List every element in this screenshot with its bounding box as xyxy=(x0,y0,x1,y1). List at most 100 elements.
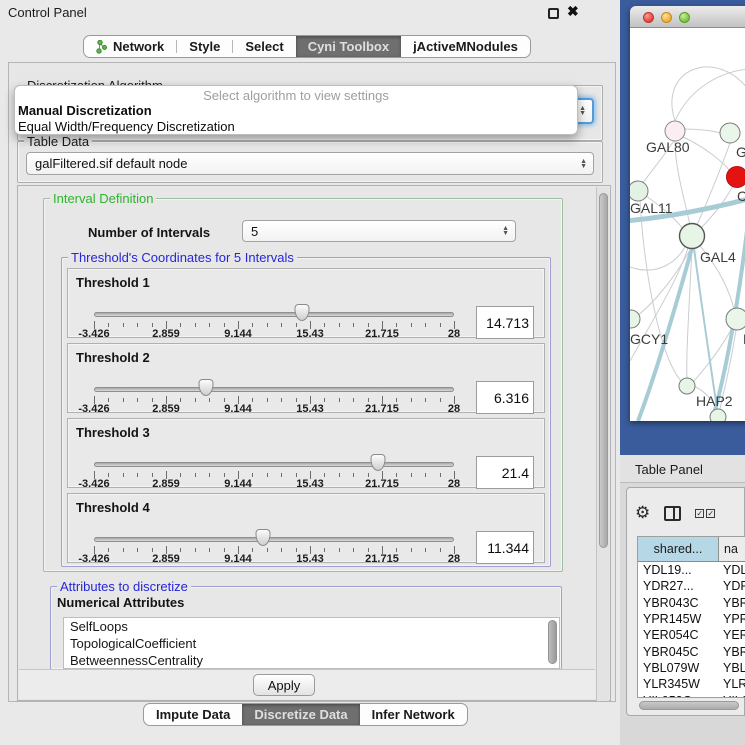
slider-track[interactable] xyxy=(94,462,454,467)
dropdown-option-manual[interactable]: Manual Discretization xyxy=(15,103,577,119)
slider-track[interactable] xyxy=(94,312,454,317)
tick-label: 28 xyxy=(448,328,460,340)
threshold-2-slider[interactable] xyxy=(94,385,454,395)
cell[interactable]: YDR27... xyxy=(638,579,719,593)
tab-select[interactable]: Select xyxy=(233,36,295,57)
table-row[interactable]: YBR043CYBR0 xyxy=(638,595,745,611)
slider-thumb[interactable] xyxy=(294,304,309,321)
cell[interactable]: YLR345W xyxy=(638,677,719,691)
numerical-attributes-list[interactable]: SelfLoops TopologicalCoefficient Between… xyxy=(63,617,560,669)
cell[interactable]: YDR2 xyxy=(719,579,745,593)
cell[interactable]: YBR043C xyxy=(638,596,719,610)
tab-cyni-toolbox[interactable]: Cyni Toolbox xyxy=(296,36,401,57)
table-row[interactable]: YER054CYER0 xyxy=(638,627,745,643)
checkbox-icon[interactable]: ✓ xyxy=(695,509,704,518)
gear-icon[interactable]: ⚙ xyxy=(635,504,650,522)
table-row[interactable]: YPR145WYPR1 xyxy=(638,611,745,627)
threshold-2-value-field[interactable]: 6.316 xyxy=(476,381,534,414)
cell[interactable]: YDL19... xyxy=(638,563,719,577)
threshold-4-slider[interactable] xyxy=(94,535,454,545)
apply-button[interactable]: Apply xyxy=(253,674,315,696)
checkbox-icons[interactable]: ✓ ✓ xyxy=(695,509,715,518)
settings-scrollbar[interactable] xyxy=(596,187,609,701)
table-row[interactable]: YDR27...YDR2 xyxy=(638,578,745,594)
cell[interactable]: YER054C xyxy=(638,628,719,642)
checkbox-icon[interactable]: ✓ xyxy=(706,509,715,518)
node-gcy1[interactable] xyxy=(630,310,640,328)
close-icon[interactable]: ✖ xyxy=(567,3,579,20)
tab-jactivemnodules[interactable]: jActiveMNodules xyxy=(401,36,530,57)
cell[interactable]: YIL0 xyxy=(719,694,745,698)
table-row[interactable]: YLR345WYLR3 xyxy=(638,676,745,692)
table-row[interactable]: YIL052CYIL0 xyxy=(638,692,745,698)
node-gal80[interactable] xyxy=(665,121,685,141)
threshold-3-value-field[interactable]: 21.4 xyxy=(476,456,534,489)
node-h[interactable] xyxy=(726,308,745,330)
tab-impute-data[interactable]: Impute Data xyxy=(144,704,242,725)
cell[interactable]: YBR0 xyxy=(719,645,745,659)
tick-mark xyxy=(180,323,181,327)
close-traffic-light-icon[interactable] xyxy=(643,12,654,23)
table-row[interactable]: YBL079WYBL0 xyxy=(638,660,745,676)
threshold-4-value-field[interactable]: 11.344 xyxy=(476,531,534,564)
cell[interactable]: YBL0 xyxy=(719,661,745,675)
tick-mark xyxy=(425,548,426,552)
tick-label: 21.715 xyxy=(365,328,399,340)
network-window-titlebar[interactable] xyxy=(630,6,745,28)
node-gal4[interactable] xyxy=(680,224,705,249)
node-red[interactable] xyxy=(727,167,745,188)
cell[interactable]: YDL1 xyxy=(719,563,745,577)
tab-style[interactable]: Style xyxy=(177,36,232,57)
tick-mark xyxy=(267,398,268,402)
slider-thumb[interactable] xyxy=(198,379,213,396)
column-header-shared-name[interactable]: shared... xyxy=(638,537,719,561)
node-hap2[interactable] xyxy=(679,378,695,394)
list-scrollbar[interactable] xyxy=(548,620,557,664)
cell[interactable]: YER0 xyxy=(719,628,745,642)
settings-panel: Interval Definition Number of Intervals … xyxy=(17,185,611,701)
table-row[interactable]: YDL19...YDL1 xyxy=(638,562,745,578)
float-window-icon[interactable] xyxy=(548,8,559,19)
num-intervals-combobox[interactable]: 5 ▲▼ xyxy=(242,220,516,242)
tab-discretize-data[interactable]: Discretize Data xyxy=(242,704,359,725)
tick-mark xyxy=(296,323,297,327)
tab-infer-network[interactable]: Infer Network xyxy=(360,704,467,725)
cell[interactable]: YPR145W xyxy=(638,612,719,626)
cell[interactable]: YBR045C xyxy=(638,645,719,659)
table-data-combobox[interactable]: galFiltered.sif default node ▲▼ xyxy=(26,152,594,175)
zoom-traffic-light-icon[interactable] xyxy=(679,12,690,23)
tab-network[interactable]: Network xyxy=(84,36,176,57)
threshold-3-slider[interactable] xyxy=(94,460,454,470)
network-canvas[interactable]: GAL80 G C GAL11 GAL4 GCY1 H HAP2 xyxy=(630,29,745,421)
minimize-traffic-light-icon[interactable] xyxy=(661,12,672,23)
slider-thumb[interactable] xyxy=(256,529,271,546)
tick-mark xyxy=(152,323,153,327)
tab-infer-network-label: Infer Network xyxy=(372,707,455,722)
list-item[interactable]: SelfLoops xyxy=(64,618,559,635)
scrollbar-thumb[interactable] xyxy=(639,701,739,710)
cell[interactable]: YLR3 xyxy=(719,677,745,691)
list-item[interactable]: TopologicalCoefficient xyxy=(64,635,559,652)
scrollbar-thumb[interactable] xyxy=(599,193,608,548)
node-g[interactable] xyxy=(720,123,740,143)
list-item[interactable]: BetweennessCentrality xyxy=(64,652,559,669)
split-columns-icon[interactable] xyxy=(664,506,681,521)
cell[interactable]: YPR1 xyxy=(719,612,745,626)
cell[interactable]: YBR0 xyxy=(719,596,745,610)
column-header-name[interactable]: na xyxy=(719,537,745,561)
threshold-1-value-field[interactable]: 14.713 xyxy=(476,306,534,339)
dropdown-option-equal-width[interactable]: Equal Width/Frequency Discretization xyxy=(15,119,577,135)
slider-thumb[interactable] xyxy=(371,454,386,471)
cell[interactable]: YIL052C xyxy=(638,694,719,698)
slider-track[interactable] xyxy=(94,537,454,542)
threshold-1-slider[interactable] xyxy=(94,310,454,320)
tick-label: -3.426 xyxy=(78,328,109,340)
node-partial-bottom[interactable] xyxy=(710,409,726,421)
node-table[interactable]: shared... na YDL19...YDL1 YDR27...YDR2 Y… xyxy=(637,536,745,698)
node-gal11[interactable] xyxy=(630,181,648,201)
slider-track[interactable] xyxy=(94,387,454,392)
table-horizontal-scrollbar[interactable] xyxy=(637,701,745,711)
table-row[interactable]: YBR045CYBR0 xyxy=(638,643,745,659)
cell[interactable]: YBL079W xyxy=(638,661,719,675)
network-view-window[interactable]: GAL80 G C GAL11 GAL4 GCY1 H HAP2 xyxy=(630,6,745,421)
